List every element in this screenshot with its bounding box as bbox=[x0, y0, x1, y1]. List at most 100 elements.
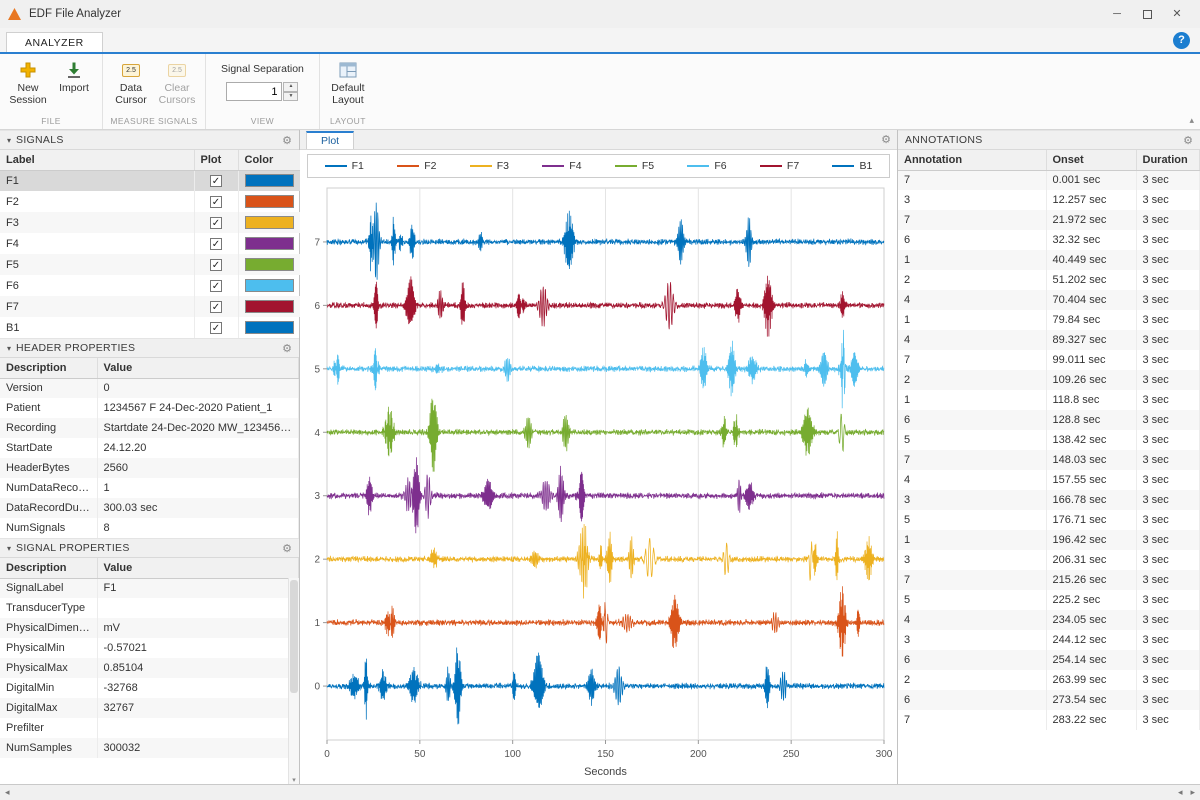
panel-menu-icon[interactable]: ⚙ bbox=[282, 342, 292, 355]
scrollbar-thumb[interactable] bbox=[290, 580, 298, 693]
panel-menu-icon[interactable]: ⚙ bbox=[881, 133, 891, 146]
tab-plot[interactable]: Plot bbox=[306, 131, 354, 149]
property-row[interactable]: Version0 bbox=[0, 378, 299, 398]
plot-checkbox[interactable]: ✓ bbox=[210, 301, 222, 313]
signal-row[interactable]: F2✓ bbox=[0, 191, 300, 212]
new-session-button[interactable]: New Session bbox=[5, 57, 51, 106]
annotation-row[interactable]: 721.972 sec3 sec bbox=[898, 210, 1200, 230]
property-row[interactable]: NumDataRecords1 bbox=[0, 478, 299, 498]
property-row[interactable]: TransducerType bbox=[0, 598, 299, 618]
signal-properties-scrollbar[interactable]: ▾ bbox=[288, 578, 299, 784]
scroll-down-icon[interactable]: ▾ bbox=[289, 776, 299, 784]
property-row[interactable]: DataRecordDurati...300.03 sec bbox=[0, 498, 299, 518]
annotation-row[interactable]: 1196.42 sec3 sec bbox=[898, 530, 1200, 550]
property-row[interactable]: SignalLabelF1 bbox=[0, 578, 299, 598]
annotation-row[interactable]: 3244.12 sec3 sec bbox=[898, 630, 1200, 650]
signal-separation-increment-button[interactable]: ▲ bbox=[283, 82, 298, 92]
signal-separation-input[interactable] bbox=[226, 82, 282, 101]
annotation-row[interactable]: 251.202 sec3 sec bbox=[898, 270, 1200, 290]
annotation-row[interactable]: 3206.31 sec3 sec bbox=[898, 550, 1200, 570]
property-row[interactable]: Prefilter bbox=[0, 718, 299, 738]
property-row[interactable]: PhysicalMax0.85104 bbox=[0, 658, 299, 678]
help-button[interactable]: ? bbox=[1173, 32, 1190, 49]
collapse-caret-icon[interactable]: ▾ bbox=[7, 544, 11, 553]
signal-row[interactable]: F3✓ bbox=[0, 212, 300, 233]
minimize-button[interactable]: ─ bbox=[1102, 2, 1132, 26]
plot-checkbox[interactable]: ✓ bbox=[210, 196, 222, 208]
property-row[interactable]: PhysicalDimensionmV bbox=[0, 618, 299, 638]
h-scroll-left-icon[interactable]: ◂ bbox=[5, 787, 10, 798]
color-swatch[interactable] bbox=[245, 300, 294, 313]
property-row[interactable]: StartDate24.12.20 bbox=[0, 438, 299, 458]
annotation-row[interactable]: 5138.42 sec3 sec bbox=[898, 430, 1200, 450]
property-row[interactable]: NumSamples300032 bbox=[0, 738, 299, 758]
property-row[interactable]: PhysicalMin-0.57021 bbox=[0, 638, 299, 658]
color-swatch[interactable] bbox=[245, 237, 294, 250]
property-row[interactable]: DigitalMax32767 bbox=[0, 698, 299, 718]
color-swatch[interactable] bbox=[245, 174, 294, 187]
property-row[interactable]: Patient1234567 F 24-Dec-2020 Patient_1 bbox=[0, 398, 299, 418]
signal-chart[interactable]: 05010015020025030001234567Seconds bbox=[300, 178, 897, 784]
annotation-row[interactable]: 312.257 sec3 sec bbox=[898, 190, 1200, 210]
annotation-row[interactable]: 5176.71 sec3 sec bbox=[898, 510, 1200, 530]
annotation-row[interactable]: 179.84 sec3 sec bbox=[898, 310, 1200, 330]
plot-checkbox[interactable]: ✓ bbox=[210, 322, 222, 334]
plot-checkbox[interactable]: ✓ bbox=[210, 238, 222, 250]
annotation-row[interactable]: 632.32 sec3 sec bbox=[898, 230, 1200, 250]
plot-checkbox[interactable]: ✓ bbox=[210, 175, 222, 187]
plot-checkbox[interactable]: ✓ bbox=[210, 217, 222, 229]
color-swatch[interactable] bbox=[245, 258, 294, 271]
maximize-button[interactable] bbox=[1132, 2, 1162, 26]
annotations-panel-header[interactable]: ANNOTATIONS ⚙ bbox=[898, 130, 1200, 150]
property-row[interactable]: HeaderBytes2560 bbox=[0, 458, 299, 478]
property-row[interactable]: RecordingStartdate 24-Dec-2020 MW_123456… bbox=[0, 418, 299, 438]
collapse-ribbon-button[interactable]: ▴ bbox=[1189, 115, 1194, 126]
signal-separation-decrement-button[interactable]: ▼ bbox=[283, 92, 298, 102]
annotation-row[interactable]: 70.001 sec3 sec bbox=[898, 170, 1200, 190]
annotation-row[interactable]: 2109.26 sec3 sec bbox=[898, 370, 1200, 390]
color-swatch[interactable] bbox=[245, 216, 294, 229]
plot-checkbox[interactable]: ✓ bbox=[210, 259, 222, 271]
h-scroll-right-icon[interactable]: ▸ bbox=[1190, 787, 1195, 798]
signal-row[interactable]: F5✓ bbox=[0, 254, 300, 275]
data-cursor-button[interactable]: 2.5 Data Cursor bbox=[108, 57, 154, 106]
annotation-row[interactable]: 6273.54 sec3 sec bbox=[898, 690, 1200, 710]
annotation-row[interactable]: 3166.78 sec3 sec bbox=[898, 490, 1200, 510]
color-swatch[interactable] bbox=[245, 321, 294, 334]
default-layout-button[interactable]: Default Layout bbox=[325, 57, 371, 106]
annotation-row[interactable]: 7148.03 sec3 sec bbox=[898, 450, 1200, 470]
signal-row[interactable]: F6✓ bbox=[0, 275, 300, 296]
property-row[interactable]: DigitalMin-32768 bbox=[0, 678, 299, 698]
annotation-row[interactable]: 799.011 sec3 sec bbox=[898, 350, 1200, 370]
signal-row[interactable]: F4✓ bbox=[0, 233, 300, 254]
annotation-row[interactable]: 470.404 sec3 sec bbox=[898, 290, 1200, 310]
annotation-row[interactable]: 6254.14 sec3 sec bbox=[898, 650, 1200, 670]
header-properties-panel-header[interactable]: ▾ HEADER PROPERTIES ⚙ bbox=[0, 338, 299, 358]
color-swatch[interactable] bbox=[245, 279, 294, 292]
signal-row[interactable]: F1✓ bbox=[0, 170, 300, 191]
annotation-row[interactable]: 7283.22 sec3 sec bbox=[898, 710, 1200, 730]
property-row[interactable]: NumSignals8 bbox=[0, 518, 299, 538]
collapse-caret-icon[interactable]: ▾ bbox=[7, 344, 11, 353]
annotation-row[interactable]: 5225.2 sec3 sec bbox=[898, 590, 1200, 610]
annotation-row[interactable]: 4234.05 sec3 sec bbox=[898, 610, 1200, 630]
annotation-row[interactable]: 489.327 sec3 sec bbox=[898, 330, 1200, 350]
color-swatch[interactable] bbox=[245, 195, 294, 208]
collapse-caret-icon[interactable]: ▾ bbox=[7, 136, 11, 145]
panel-menu-icon[interactable]: ⚙ bbox=[282, 134, 292, 147]
h-scroll-left-icon[interactable]: ◂ bbox=[1178, 787, 1183, 798]
annotation-row[interactable]: 1118.8 sec3 sec bbox=[898, 390, 1200, 410]
close-button[interactable]: ✕ bbox=[1162, 2, 1192, 26]
annotation-row[interactable]: 6128.8 sec3 sec bbox=[898, 410, 1200, 430]
annotation-row[interactable]: 4157.55 sec3 sec bbox=[898, 470, 1200, 490]
panel-menu-icon[interactable]: ⚙ bbox=[282, 542, 292, 555]
annotation-row[interactable]: 2263.99 sec3 sec bbox=[898, 670, 1200, 690]
signal-row[interactable]: B1✓ bbox=[0, 317, 300, 338]
signal-row[interactable]: F7✓ bbox=[0, 296, 300, 317]
annotation-row[interactable]: 140.449 sec3 sec bbox=[898, 250, 1200, 270]
plot-checkbox[interactable]: ✓ bbox=[210, 280, 222, 292]
signal-properties-panel-header[interactable]: ▾ SIGNAL PROPERTIES ⚙ bbox=[0, 538, 299, 558]
tab-analyzer[interactable]: ANALYZER bbox=[6, 32, 103, 52]
annotation-row[interactable]: 7215.26 sec3 sec bbox=[898, 570, 1200, 590]
import-button[interactable]: Import bbox=[51, 57, 97, 94]
